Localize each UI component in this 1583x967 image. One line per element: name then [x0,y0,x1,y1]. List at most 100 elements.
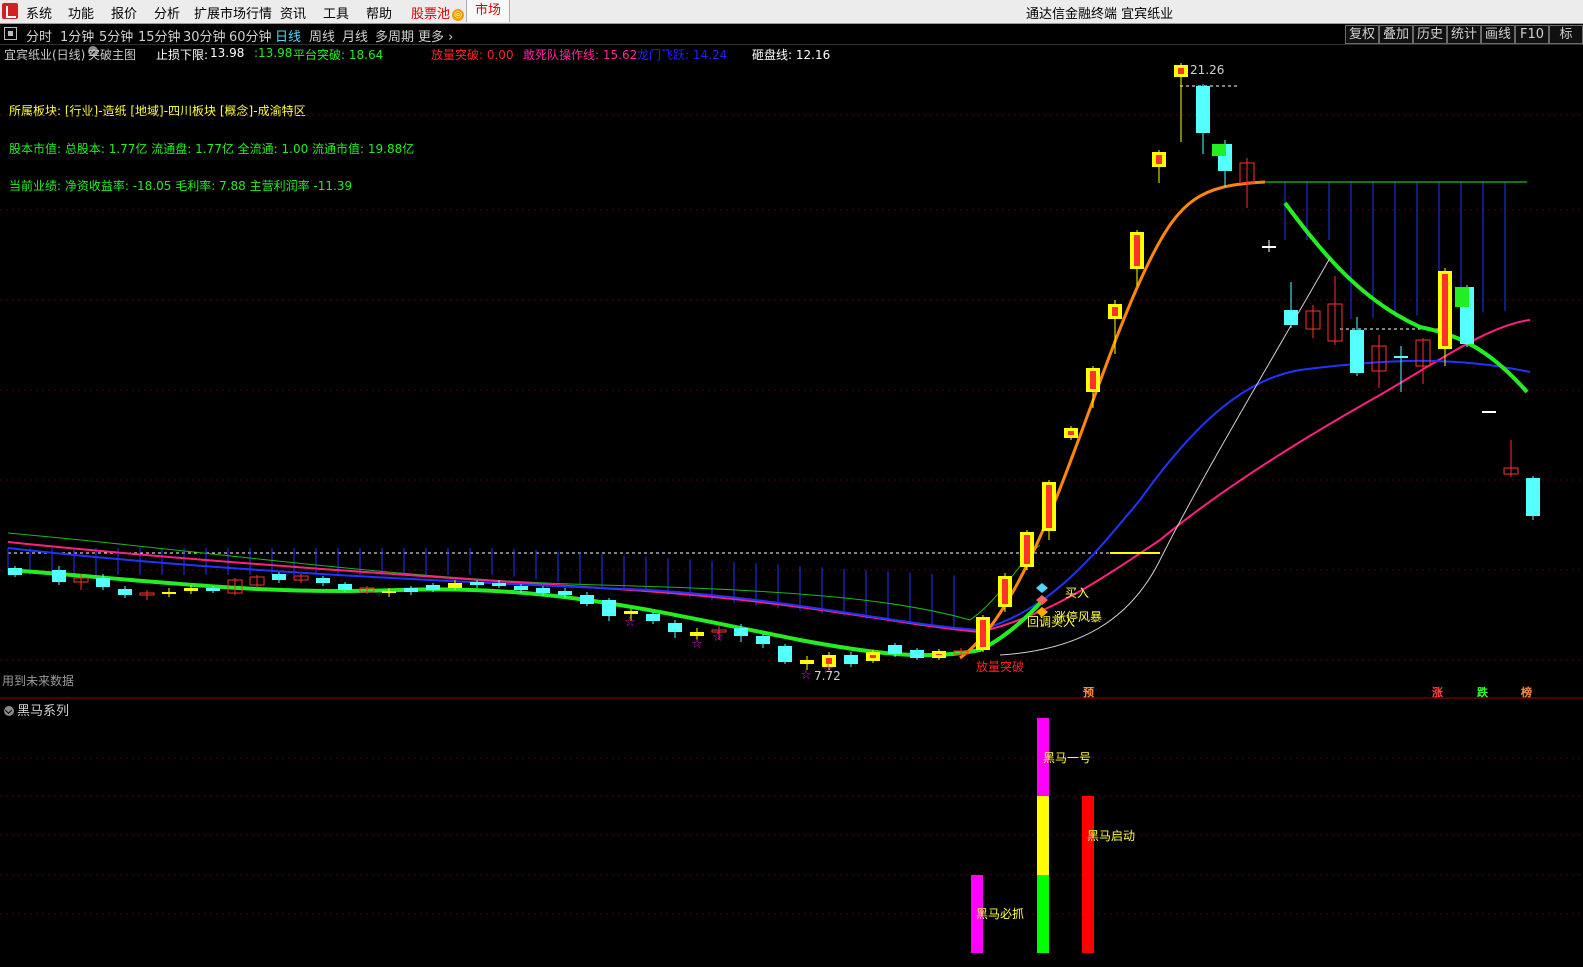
period-tab-multi[interactable]: 多周期 [375,26,414,45]
candle-body [888,645,902,654]
candle-body [800,660,814,664]
menu-analysis[interactable]: 分析 [154,3,180,22]
performance-info: 当前业绩: 净资收益率: -18.05 毛利率: 7.88 主营利润率 -11.… [9,179,353,193]
menu-help[interactable]: 帮助 [366,3,392,22]
candle-body [866,652,880,661]
period-tab-weekly[interactable]: 周线 [309,26,335,45]
candle-core [1068,431,1074,435]
restore-rights-button[interactable]: 复权 [1345,25,1379,44]
candle-body [184,588,198,591]
candle-body [1394,356,1408,358]
candle-core [936,654,942,655]
menu-news[interactable]: 资讯 [280,3,306,22]
candle-body [404,588,418,592]
period-tab-1min[interactable]: 1分钟 [60,26,94,45]
candle-body [316,578,330,583]
period-tab-daily[interactable]: 日线 [275,26,301,45]
moving-averages [7,180,1531,660]
resistance-fan [7,182,1506,630]
candle-body [646,614,660,621]
dark-horse-start-bar [1082,796,1094,953]
candle-body [602,600,616,616]
period-tab-15min[interactable]: 15分钟 [138,26,181,45]
period-tab-30min[interactable]: 30分钟 [183,26,226,45]
period-tab-monthly[interactable]: 月线 [342,26,368,45]
star-icon: ☆ [624,615,636,630]
ma-line-blue [7,359,1531,632]
chevron-right-icon: › [448,30,454,45]
candle-body [1239,162,1255,184]
candle-body [73,577,89,583]
ma-line-thin-green [7,532,1041,621]
candle-body [1152,152,1166,167]
candle-body [426,585,440,590]
candle-body [1196,86,1210,133]
menu-extended-market[interactable]: 扩展市场行情 [194,3,272,22]
candle-body [734,628,748,636]
candle-core [1442,274,1448,346]
candle-body [1438,271,1452,349]
f10-button[interactable]: F10 [1515,25,1549,44]
candle-body [778,646,792,662]
candle-body [1305,310,1321,330]
candle-body [1130,232,1144,269]
candle-body [668,623,682,632]
dark-horse-start-label: 黑马启动 [1087,829,1135,843]
dark-horse-one-label: 黑马一号 [1043,751,1091,765]
period-tab-5min[interactable]: 5分钟 [99,26,133,45]
candle-body [1482,411,1496,413]
platform-breakout: 平台突破: 18.64 [293,48,384,62]
candle-body [1460,287,1474,344]
statistics-button[interactable]: 统计 [1447,25,1481,44]
overlay-button[interactable]: 叠加 [1379,25,1413,44]
app-logo-icon [2,3,18,19]
draw-line-button[interactable]: 画线 [1481,25,1515,44]
candle-core [1134,235,1140,266]
panel-toggle-icon[interactable] [4,27,17,40]
star-icon: ☆ [691,637,703,652]
menu-system[interactable]: 系统 [26,3,52,22]
candle-body [514,586,528,590]
candle-core [1024,535,1030,564]
candle-body [1327,303,1343,342]
candle-body [52,570,66,582]
candle-body [998,576,1012,607]
mark-button[interactable]: 标 [1549,25,1583,44]
high-price-label: 21.26 [1190,63,1225,77]
hot-icon: ◎ [452,9,465,21]
candle-body [558,591,572,595]
ma-line-orange [959,180,1266,660]
candle-core [1112,307,1118,316]
candle-body [932,651,946,658]
candle-core [870,655,876,658]
candle-body [953,650,969,655]
pullback-buy-label: 回调买入 [1027,615,1076,629]
diamond-icon [1036,595,1048,605]
menu-function[interactable]: 功能 [68,3,94,22]
candle-core [1178,68,1184,74]
menu-bar: 系统 功能 报价 分析 扩展市场行情 资讯 工具 帮助 股票池 ◎ 市场 通达信金… [0,0,1583,24]
candle-core [1156,155,1162,164]
menu-market[interactable]: 市场 [466,0,510,22]
period-tab-60min[interactable]: 60分钟 [229,26,272,45]
period-tab-timeshare[interactable]: 分时 [26,26,52,45]
stop-loss-value: 13.98 [210,46,245,60]
star-icon: ☆ [712,630,724,645]
candle-body [1020,532,1034,567]
candle-body [1174,65,1188,77]
menu-quote[interactable]: 报价 [111,3,137,22]
star-icon: ☆ [800,668,812,683]
menu-stock-pool[interactable]: 股票池 ◎ [411,3,465,22]
menu-tools[interactable]: 工具 [323,3,349,22]
period-toolbar: 分时 1分钟 5分钟 15分钟 30分钟 60分钟 日线 周线 月线 多周期 更… [0,24,1583,45]
candle-body [1086,368,1100,392]
stock-pool-label: 股票池 [411,7,451,22]
period-tab-more[interactable]: 更多 › [418,26,453,45]
candle-body [1284,310,1298,325]
buy-signal-label: 买入 [1065,586,1090,600]
candle-body [1371,345,1387,372]
candle-body [536,588,550,593]
history-button[interactable]: 历史 [1413,25,1447,44]
candle-core [1046,485,1052,528]
stop-loss-label: 止损下限: [156,48,209,62]
